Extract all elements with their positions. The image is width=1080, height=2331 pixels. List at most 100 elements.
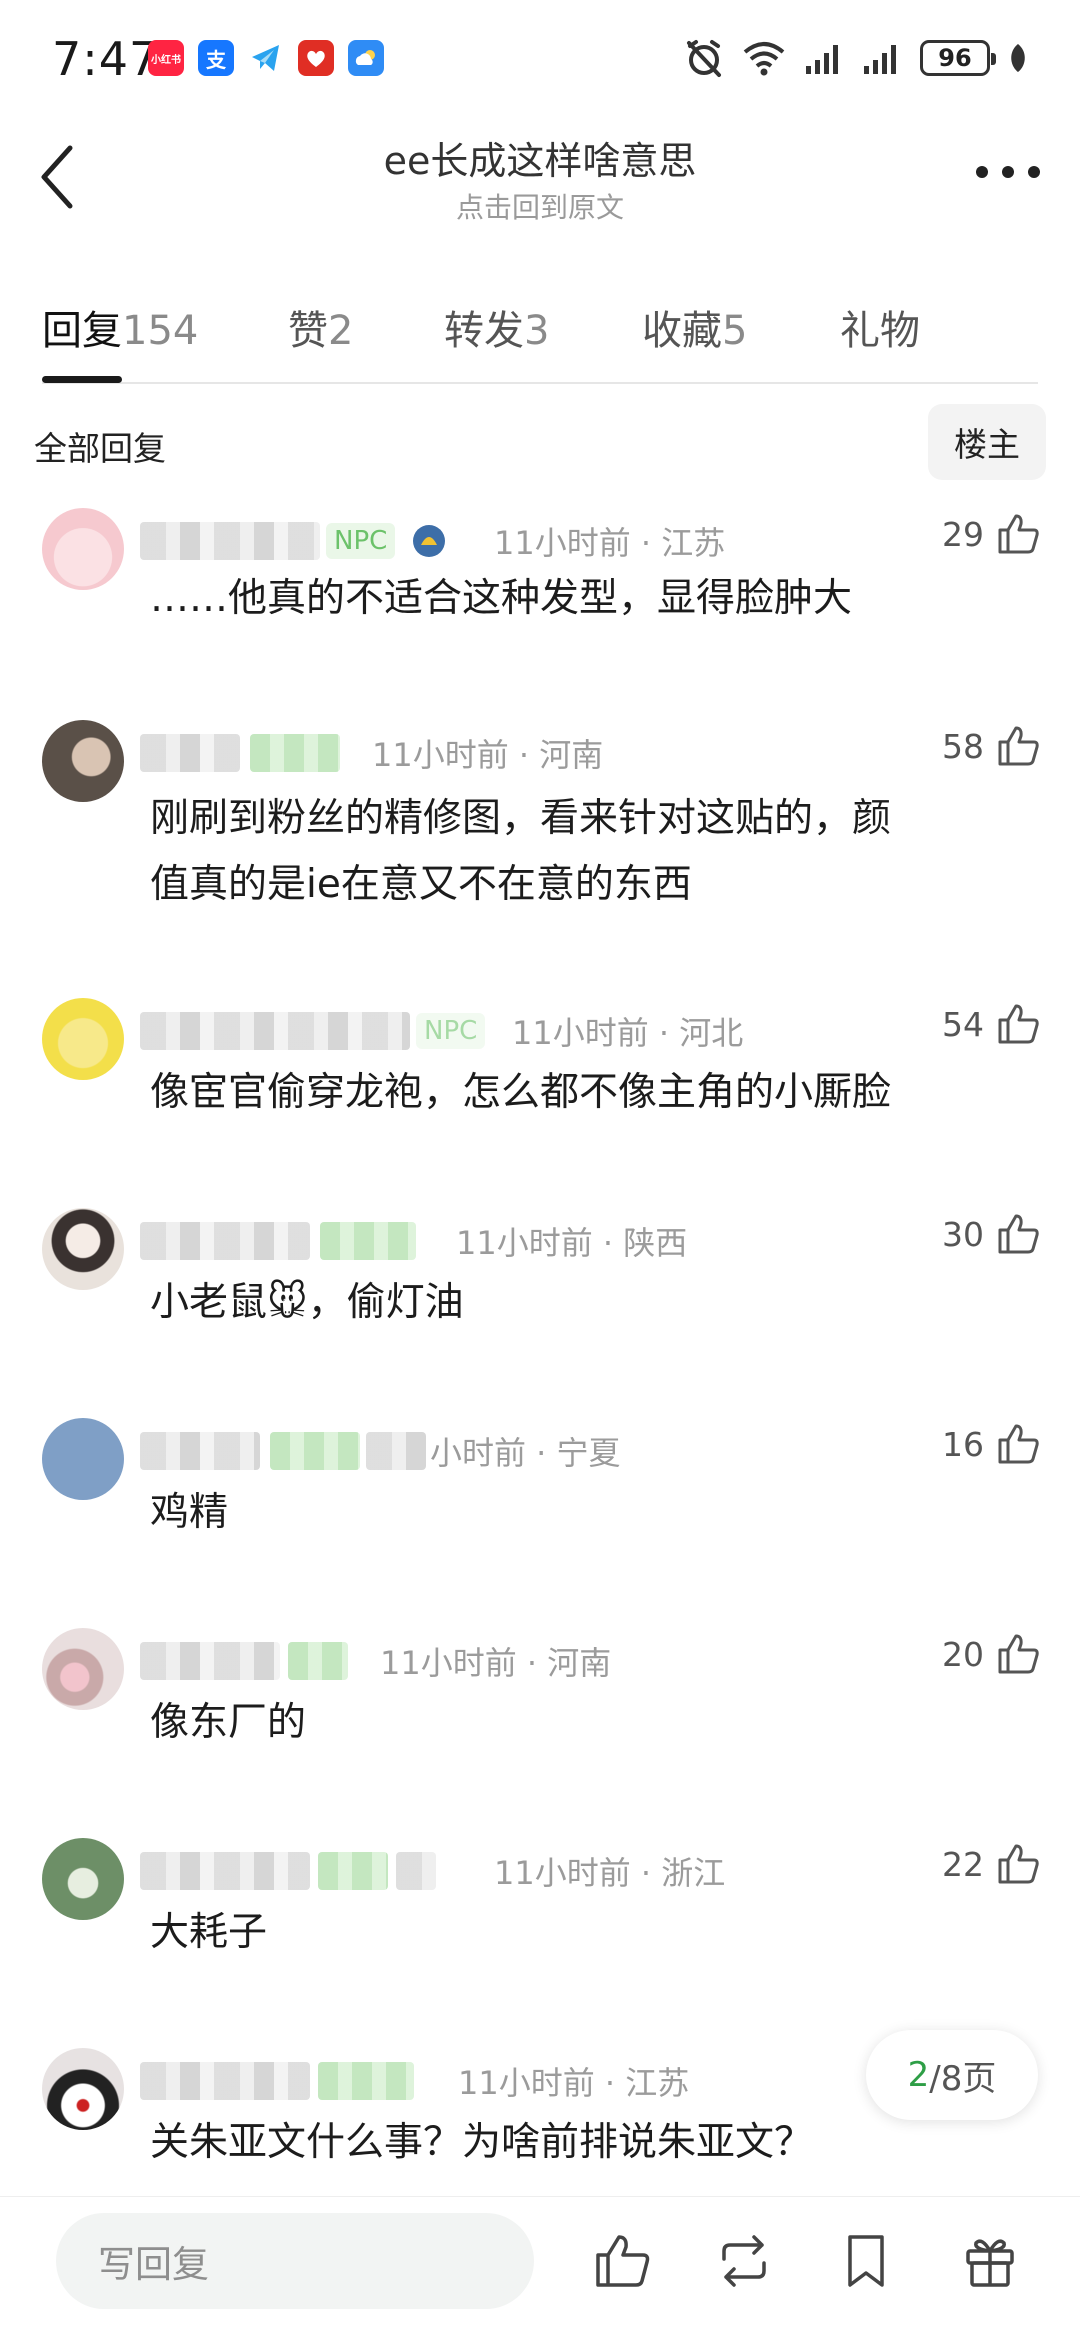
comment-text[interactable]: 鸡精 [150, 1480, 1020, 1546]
owner-only-button[interactable]: 楼主 [928, 404, 1046, 480]
comment-text[interactable]: 大耗子 [150, 1900, 1020, 1966]
thumbs-up-icon [998, 514, 1039, 554]
reply-input[interactable]: 写回复 [56, 2213, 534, 2309]
like-button[interactable]: 54 [942, 1002, 1040, 1046]
blurred-username[interactable] [140, 1642, 280, 1680]
comment-time-location: 11小时前 · 河北 [512, 1014, 744, 1052]
page-indicator[interactable]: 2/8页 [866, 2030, 1038, 2120]
comment-text[interactable]: 刚刷到粉丝的精修图，看来针对这贴的，颜 值真的是ie在意又不在意的东西 [150, 786, 1020, 918]
blurred-badge [250, 734, 340, 772]
page-total: /8页 [929, 2058, 997, 2099]
avatar[interactable] [42, 998, 124, 1080]
comment-line: 值真的是ie在意又不在意的东西 [150, 862, 692, 907]
blurred-username[interactable] [140, 1012, 410, 1050]
tab-shares[interactable]: 转发3 [444, 298, 549, 356]
comment-text[interactable]: 像宦官偷穿龙袍，怎么都不像主角的小厮脸 [150, 1060, 1020, 1126]
tab-count: 5 [722, 308, 748, 354]
comment-meta: NPC [140, 518, 449, 564]
blurred-username[interactable] [140, 1852, 310, 1890]
blurred-username[interactable] [140, 1222, 310, 1260]
comment-time-location: 11小时前 · 河南 [380, 1644, 612, 1682]
blurred-badge-icon [396, 1852, 436, 1890]
tab-count: 154 [122, 308, 199, 354]
comment-text[interactable]: 关朱亚文什么事？为啥前排说朱亚文？ [150, 2110, 1020, 2176]
signal-icon [806, 45, 838, 74]
blurred-username[interactable] [140, 2062, 310, 2100]
comment-meta [140, 730, 340, 776]
thumbs-up-icon [998, 1004, 1039, 1044]
blurred-badge [270, 1432, 360, 1470]
avatar[interactable] [42, 720, 124, 802]
comment-text[interactable]: 像东厂的 [150, 1690, 1020, 1756]
tab-label: 收藏 [642, 308, 722, 354]
like-button[interactable]: 20 [942, 1632, 1040, 1676]
comment-meta [140, 1638, 348, 1684]
avatar[interactable] [42, 1208, 124, 1290]
gift-icon[interactable] [960, 2231, 1020, 2291]
telegram-app-icon [248, 40, 284, 76]
alipay-app-icon: 支 [198, 40, 234, 76]
signal-icon [864, 45, 896, 74]
avatar[interactable] [42, 508, 124, 590]
repost-icon[interactable] [714, 2231, 774, 2291]
avatar[interactable] [42, 1628, 124, 1710]
blurred-badge [318, 2062, 414, 2100]
notification-app-icons: 小红书 支 [148, 40, 384, 76]
comment-line: 关朱亚文什么事？为啥前排说朱亚文？ [150, 2120, 814, 2165]
comment-time-location: 11小时前 · 浙江 [494, 1854, 726, 1892]
nav-bar: ee长成这样啥意思 点击回到原文 [0, 120, 1080, 250]
like-button[interactable]: 29 [942, 512, 1040, 556]
tab-favorites[interactable]: 收藏5 [642, 298, 747, 356]
blurred-username[interactable] [140, 1432, 260, 1470]
avatar[interactable] [42, 2048, 124, 2130]
blurred-badge [320, 1222, 416, 1260]
comment-time-location: 11小时前 · 河南 [372, 736, 604, 774]
like-button[interactable]: 30 [942, 1212, 1040, 1256]
comment-line: 像东厂的 [150, 1700, 307, 1745]
comment-text[interactable]: 小老鼠🐭，偷灯油 [150, 1270, 1020, 1336]
comment-meta [140, 1848, 436, 1894]
comment-text[interactable]: ……他真的不适合这种发型，显得脸肿大 [150, 566, 1020, 632]
comment-line: 小老鼠🐭，偷灯油 [150, 1280, 464, 1325]
page-title[interactable]: ee长成这样啥意思 [0, 130, 1080, 185]
blurred-username[interactable] [140, 734, 240, 772]
like-count: 54 [942, 1004, 984, 1044]
comment-meta [140, 1218, 416, 1264]
tab-label: 赞 [288, 308, 328, 354]
back-to-original-link[interactable]: 点击回到原文 [0, 186, 1080, 226]
comment-time-location: 11小时前 · 江苏 [494, 524, 726, 562]
blurred-username[interactable] [140, 522, 320, 560]
bottom-action-bar: 写回复 [0, 2196, 1080, 2331]
avatar[interactable] [42, 1418, 124, 1500]
comment-line: 大耗子 [150, 1910, 268, 1955]
like-button[interactable]: 58 [942, 724, 1040, 768]
xiaohongshu-app-icon: 小红书 [148, 40, 184, 76]
thumbs-up-icon [998, 1844, 1039, 1884]
all-replies-label[interactable]: 全部回复 [34, 422, 166, 470]
blurred-time [366, 1432, 426, 1470]
leaf-icon [1011, 44, 1025, 72]
tab-label: 转发 [444, 308, 524, 354]
comment-line: 鸡精 [150, 1490, 229, 1535]
wifi-icon [743, 42, 785, 76]
tab-gifts[interactable]: 礼物 [840, 298, 920, 356]
like-button[interactable]: 22 [942, 1842, 1040, 1886]
bookmark-icon[interactable] [836, 2231, 896, 2291]
battery-indicator: 96 [920, 40, 996, 76]
like-count: 16 [942, 1424, 984, 1464]
avatar-badge-icon [413, 525, 446, 557]
comment-time-location: 11小时前 · 江苏 [458, 2064, 690, 2102]
blurred-badge [288, 1642, 348, 1680]
tab-likes[interactable]: 赞2 [288, 298, 353, 356]
avatar[interactable] [42, 1838, 124, 1920]
comment-meta: NPC [140, 1008, 486, 1054]
like-button[interactable]: 16 [942, 1422, 1040, 1466]
tab-replies[interactable]: 回复154 [42, 298, 198, 356]
page-current: 2 [907, 2055, 930, 2095]
like-icon[interactable] [592, 2231, 652, 2291]
more-options-icon[interactable] [976, 160, 1040, 184]
blurred-badge [318, 1852, 388, 1890]
thumbs-up-icon [998, 726, 1039, 766]
like-count: 22 [942, 1844, 984, 1884]
pinduoduo-app-icon [298, 40, 334, 76]
